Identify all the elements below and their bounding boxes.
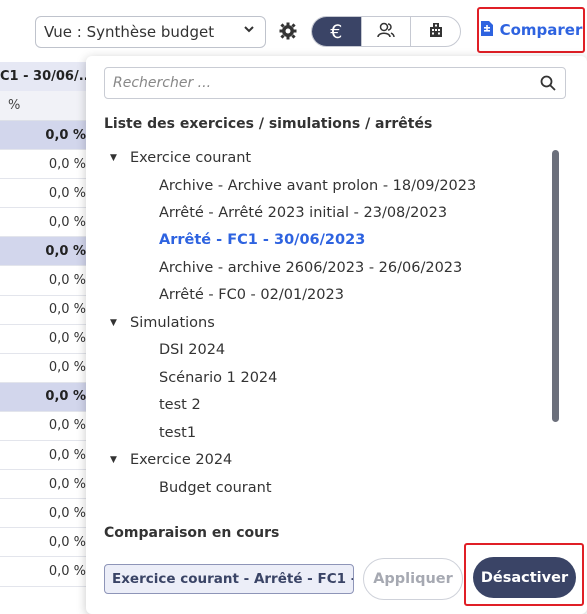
tree-item-arrete-initial[interactable]: Arrêté - Arrêté 2023 initial - 23/08/202… [159, 205, 447, 221]
caret-down-icon: ▼ [110, 455, 117, 465]
view-select-label: Vue : Synthèse budget [44, 23, 215, 41]
table-row: 0,0 % [0, 354, 100, 383]
table-row: 0,0 % [0, 121, 100, 151]
view-select[interactable]: Vue : Synthèse budget [35, 16, 266, 48]
comparison-title: Comparaison en cours [104, 525, 280, 541]
table-row: 0,0 % [0, 382, 100, 412]
euro-icon: € [330, 20, 343, 43]
display-mode-toggle: € [311, 16, 461, 47]
tree-item-budget-courant[interactable]: Budget courant [159, 480, 272, 496]
tree-group-label: Exercice 2024 [130, 452, 233, 468]
table-rows: 0,0 % 0,0 % 0,0 % 0,0 % 0,0 % 0,0 % 0,0 % 0,0 %… [0, 121, 100, 587]
users-icon [376, 21, 396, 43]
table-subheader: % [0, 91, 100, 121]
buildings-mode-button[interactable] [410, 17, 460, 46]
tree-scrollbar[interactable] [552, 150, 562, 426]
table-column-header: C1 - 30/06/... [0, 62, 100, 91]
table-row: 0,0 % [0, 412, 100, 442]
search-input[interactable]: Rechercher ... [104, 67, 566, 99]
table-row: 0,0 % [0, 296, 100, 325]
table-row: 0,0 % [0, 150, 100, 180]
tree-item-test1[interactable]: test1 [159, 425, 196, 441]
users-mode-button[interactable] [360, 17, 411, 46]
table-row: 0,0 % [0, 179, 100, 209]
tree-group-simulations[interactable]: ▼ Simulations [110, 315, 215, 331]
compare-document-icon [480, 20, 494, 41]
top-toolbar: Vue : Synthèse budget € Comparer [0, 0, 587, 62]
deactivate-highlight-frame: Désactiver [464, 543, 584, 606]
table-row: 0,0 % [0, 266, 100, 296]
table-row: 0,0 % [0, 557, 100, 587]
buildings-icon [428, 22, 444, 42]
tree-item-arrete-fc0[interactable]: Arrêté - FC0 - 02/01/2023 [159, 287, 344, 303]
tree-item-archive-2606[interactable]: Archive - archive 2606/2023 - 26/06/2023 [159, 260, 462, 276]
active-comparison-chip: Exercice courant - Arrêté - FC1 - 30 [104, 564, 354, 594]
tree-group-exercice-2024[interactable]: ▼ Exercice 2024 [110, 452, 232, 468]
euro-mode-button[interactable]: € [312, 17, 361, 46]
search-icon [540, 75, 556, 91]
search-placeholder: Rechercher ... [113, 75, 212, 91]
table-row: 0,0 % [0, 499, 100, 529]
table-row: 0,0 % [0, 325, 100, 354]
tree-item-scenario-1-2024[interactable]: Scénario 1 2024 [159, 370, 277, 386]
list-title: Liste des exercices / simulations / arrê… [104, 116, 433, 132]
compare-button[interactable]: Comparer [477, 7, 585, 53]
tree-group-label: Simulations [130, 315, 215, 331]
deactivate-button[interactable]: Désactiver [473, 557, 576, 598]
scrollbar-thumb[interactable] [552, 150, 559, 422]
table-row: 0,0 % [0, 528, 100, 558]
apply-button[interactable]: Appliquer [363, 558, 463, 600]
tree-group-label: Exercice courant [130, 150, 252, 166]
compare-button-label: Comparer [499, 21, 583, 39]
tree-group-exercice-courant[interactable]: ▼ Exercice courant [110, 150, 251, 166]
table-row: 0,0 % [0, 237, 100, 267]
table-row: 0,0 % [0, 470, 100, 500]
tree-item-dsi-2024[interactable]: DSI 2024 [159, 342, 225, 358]
tree-item-arrete-fc1[interactable]: Arrêté - FC1 - 30/06/2023 [159, 232, 365, 248]
tree-item-archive-prolon[interactable]: Archive - Archive avant prolon - 18/09/2… [159, 178, 476, 194]
gear-icon[interactable] [278, 21, 298, 41]
tree-item-test-2[interactable]: test 2 [159, 397, 201, 413]
caret-down-icon: ▼ [110, 318, 117, 328]
table-row: 0,0 % [0, 441, 100, 471]
chevron-down-icon [243, 23, 255, 39]
caret-down-icon: ▼ [110, 153, 117, 163]
background-table: C1 - 30/06/... % 0,0 % 0,0 % 0,0 % 0,0 % 0,0… [0, 62, 100, 587]
compare-panel: Rechercher ... Liste des exercices / sim… [86, 56, 587, 614]
table-row: 0,0 % [0, 208, 100, 238]
